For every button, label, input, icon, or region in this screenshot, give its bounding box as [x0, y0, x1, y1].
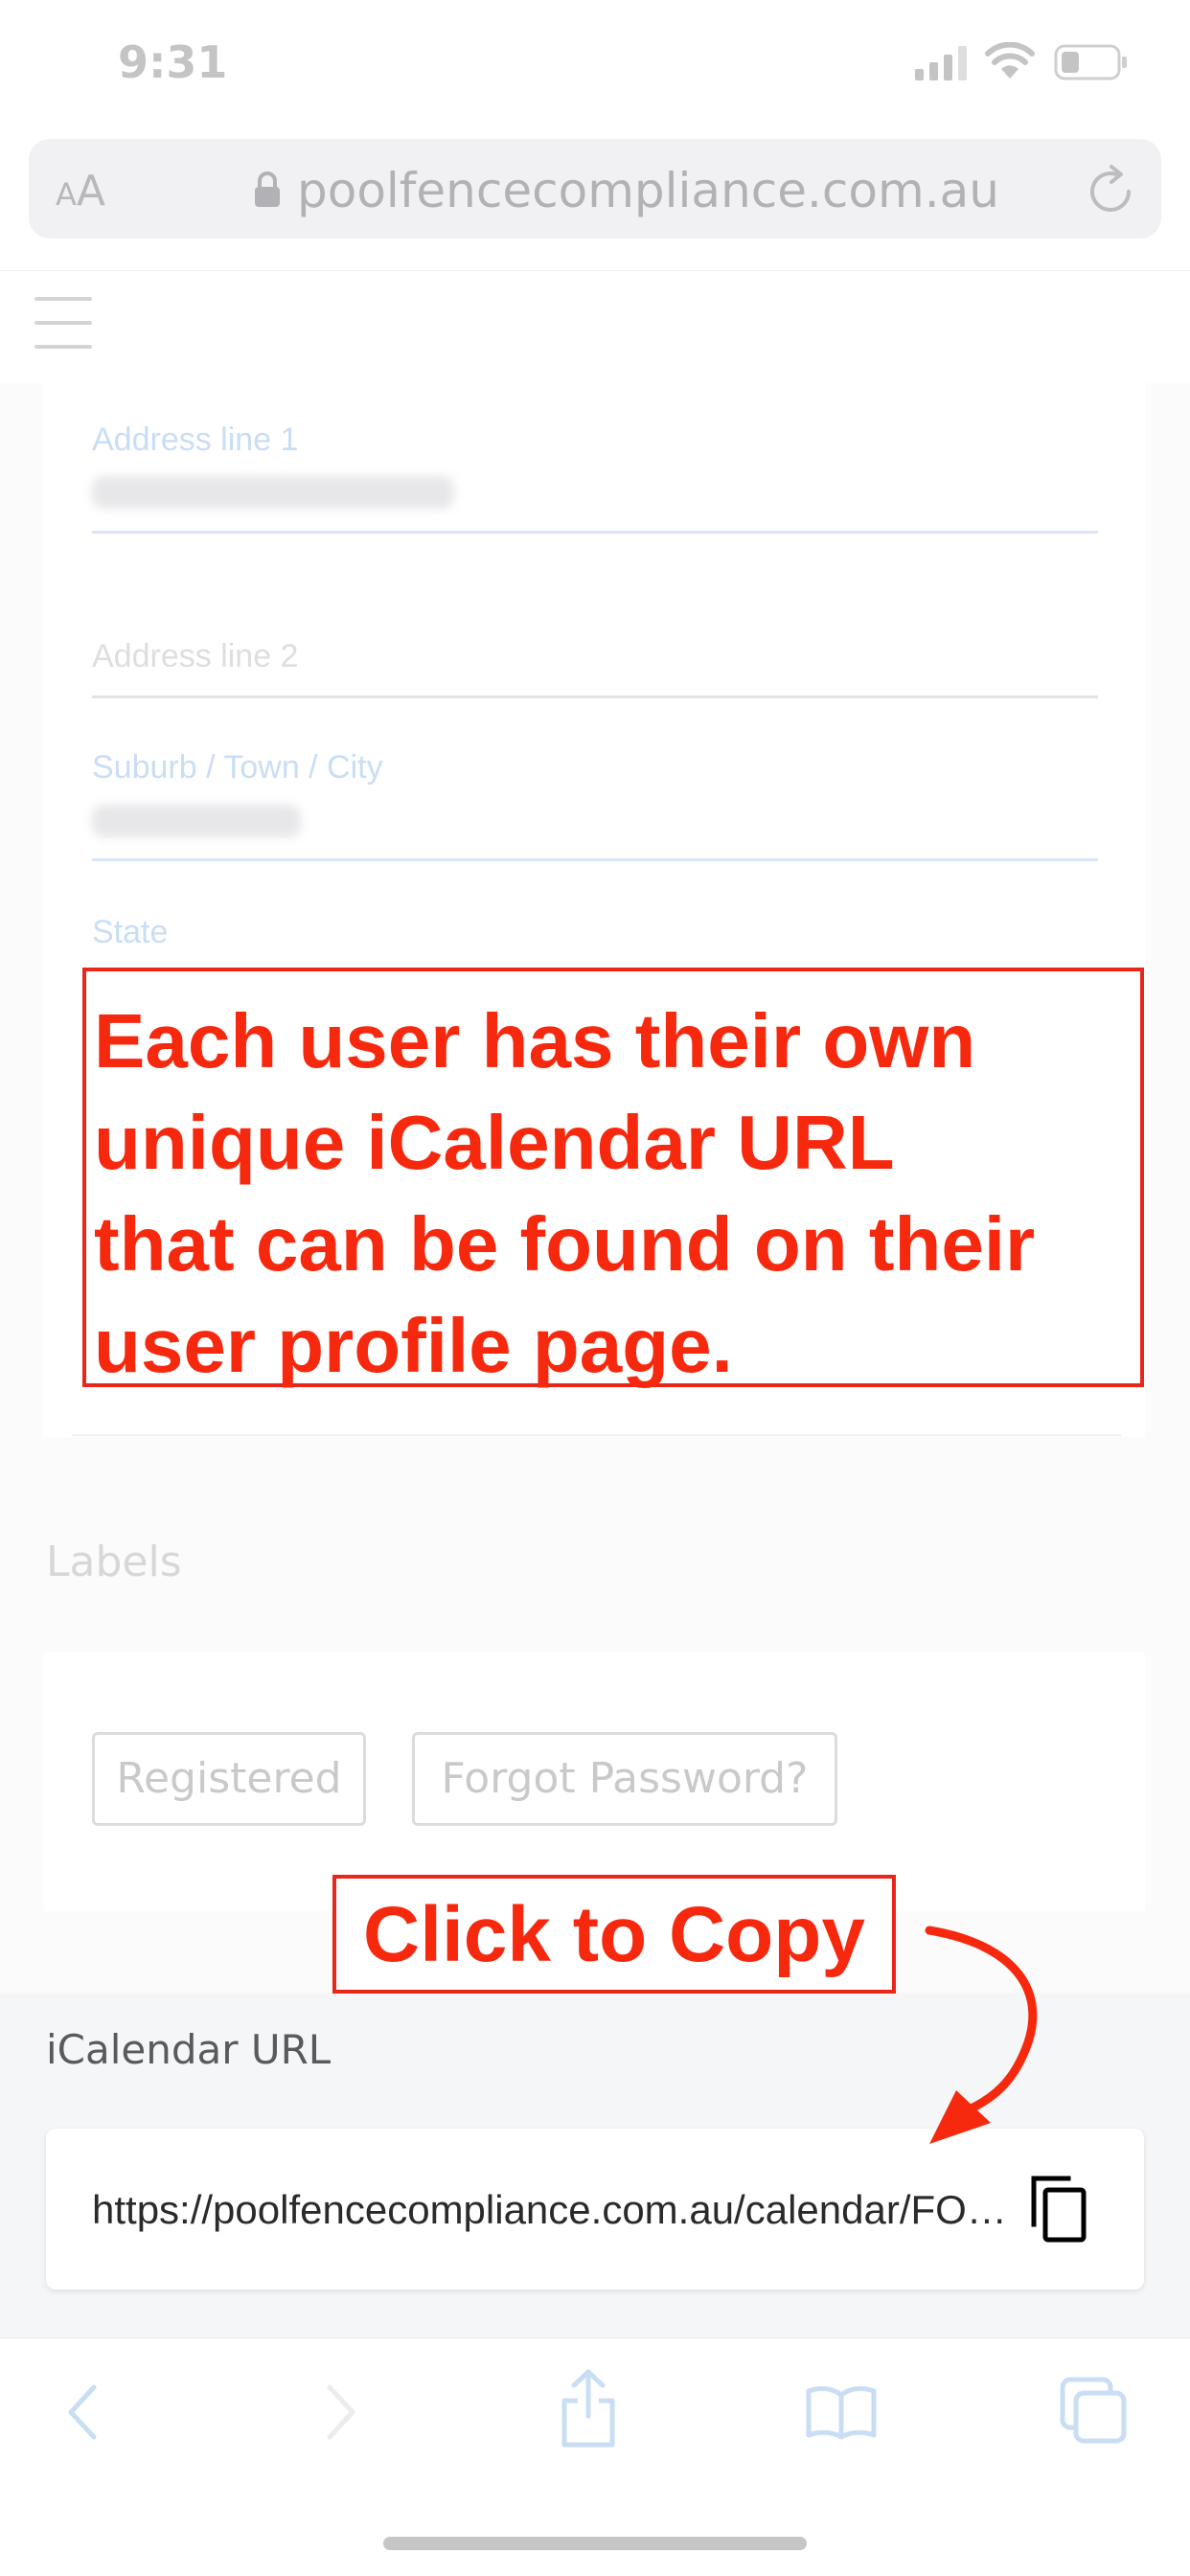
status-time: 9:31: [118, 36, 228, 88]
text-size-button[interactable]: AA: [56, 167, 105, 216]
annotation-line: user profile page.: [94, 1303, 733, 1388]
tabs-icon[interactable]: [1059, 2376, 1128, 2445]
address-line-2-field[interactable]: Address line 2: [92, 638, 298, 675]
annotation-line: that can be found on their: [94, 1201, 1036, 1287]
annotation-line: Each user has their own: [94, 998, 976, 1083]
icalendar-label: iCalendar URL: [46, 2026, 332, 2073]
address-line-1-value[interactable]: [92, 476, 454, 509]
share-icon[interactable]: [559, 2368, 618, 2449]
reload-icon[interactable]: [1087, 163, 1136, 217]
cellular-signal-icon: [915, 46, 967, 80]
battery-icon: [1054, 44, 1127, 80]
back-icon[interactable]: [63, 2382, 102, 2443]
suburb-underline: [92, 858, 1098, 861]
status-bar: 9:31: [0, 0, 1190, 134]
forward-icon[interactable]: [322, 2382, 360, 2443]
wifi-icon: [985, 42, 1035, 79]
suburb-value[interactable]: [92, 805, 301, 837]
bookmarks-icon[interactable]: [805, 2383, 878, 2441]
labels-heading: Labels: [46, 1538, 182, 1586]
suburb-label: Suburb / Town / City: [92, 749, 383, 786]
card-divider: [72, 1434, 1121, 1436]
copy-icon[interactable]: [1030, 2175, 1089, 2244]
home-indicator: [383, 2537, 807, 2550]
label-chip-registered[interactable]: Registered: [92, 1732, 366, 1826]
annotation-callout: Each user has their own unique iCalendar…: [82, 968, 1144, 1388]
state-label: State: [92, 914, 169, 950]
click-to-copy-callout: Click to Copy: [332, 1875, 896, 1994]
address-line-1-label: Address line 1: [92, 422, 299, 458]
label-chip-forgot-password[interactable]: Forgot Password?: [412, 1732, 837, 1826]
url-domain[interactable]: poolfencecompliance.com.au: [297, 163, 999, 218]
lock-icon: [255, 171, 280, 207]
annotation-arrow-icon: [925, 1926, 1038, 2144]
address-line-2-underline: [92, 695, 1098, 698]
icalendar-url[interactable]: https://poolfencecompliance.com.au/calen…: [92, 2187, 1027, 2233]
site-header: [0, 270, 1190, 385]
hamburger-menu-icon[interactable]: [34, 293, 94, 353]
address-line-1-underline: [92, 531, 1098, 534]
annotation-line: unique iCalendar URL: [94, 1100, 895, 1185]
